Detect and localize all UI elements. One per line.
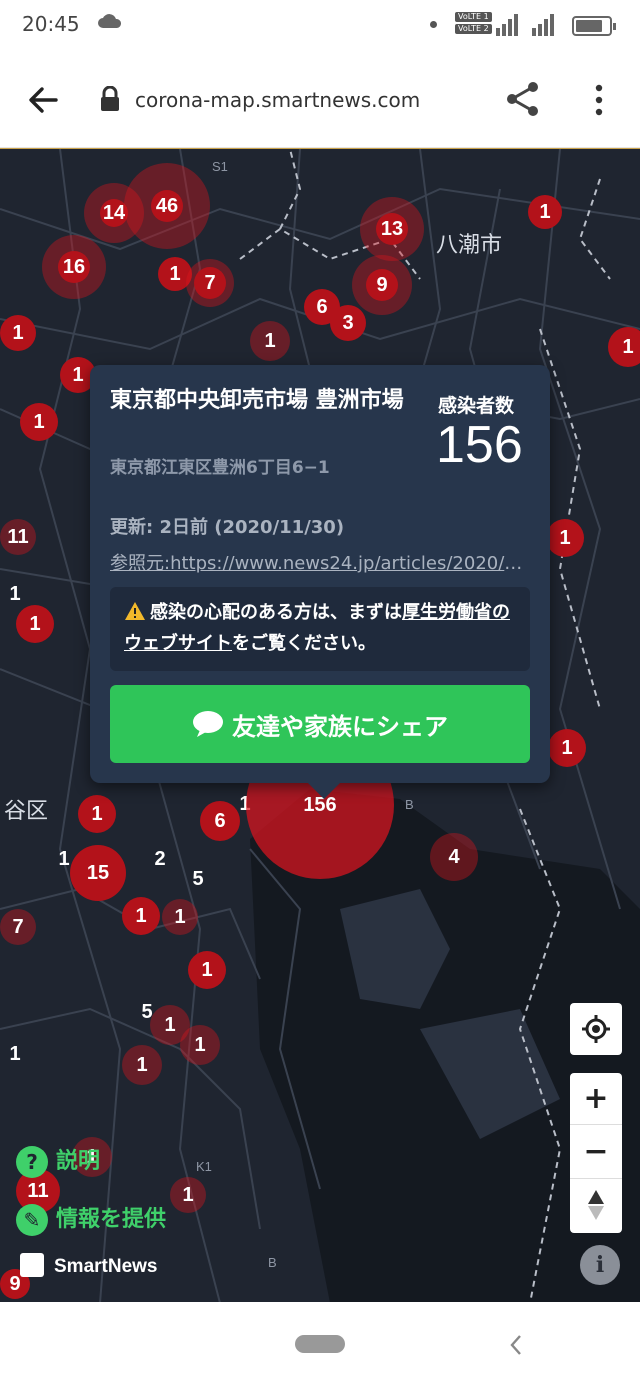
volte-badges: VoLTE 1 VoLTE 2 xyxy=(455,12,492,36)
case-cluster[interactable]: 1 xyxy=(14,603,56,645)
case-cluster[interactable]: 6 xyxy=(196,797,244,845)
zoom-out-button[interactable]: − xyxy=(570,1125,622,1179)
case-cluster[interactable]: 1 xyxy=(0,315,36,351)
case-cluster[interactable]: 16 xyxy=(42,235,106,299)
case-cluster[interactable]: 1 xyxy=(180,1025,220,1065)
battery-icon xyxy=(572,16,616,36)
infection-count: 156 xyxy=(436,416,523,474)
case-cluster[interactable]: 1 xyxy=(18,401,60,443)
smartnews-brand[interactable]: SmartNews xyxy=(20,1253,158,1278)
place-label-yashio: 八潮市 xyxy=(436,233,503,258)
share-icon[interactable] xyxy=(504,80,542,118)
notice-prefix: 感染の心配のある方は、まずは xyxy=(150,602,402,623)
back-arrow-icon[interactable] xyxy=(26,82,62,118)
case-cluster[interactable]: 2 xyxy=(144,843,176,875)
notice-box: 感染の心配のある方は、まずは厚生労働省のウェブサイトをご覧ください。 xyxy=(110,587,530,671)
case-cluster[interactable]: 1 xyxy=(524,191,566,233)
case-cluster[interactable]: 1 xyxy=(250,321,290,361)
provide-info-link[interactable]: ✎ 情報を提供 xyxy=(16,1201,166,1236)
smartnews-label: SmartNews xyxy=(54,1256,158,1277)
status-time: 20:45 xyxy=(22,12,80,36)
crosshair-icon xyxy=(582,1015,610,1043)
notification-dot-icon xyxy=(430,21,437,28)
case-cluster[interactable]: 1 xyxy=(0,1039,30,1069)
status-bar: 20:45 VoLTE 1 VoLTE 2 xyxy=(0,0,640,52)
case-cluster[interactable]: 15 xyxy=(68,843,128,903)
system-nav-bar xyxy=(0,1302,640,1387)
place-label-ku: 谷区 xyxy=(4,799,49,824)
volte-2-badge: VoLTE 2 xyxy=(455,24,492,34)
case-cluster[interactable]: 46 xyxy=(124,163,210,249)
case-cluster[interactable]: 1 xyxy=(76,793,118,835)
cloud-icon xyxy=(98,14,122,28)
case-cluster[interactable]: 7 xyxy=(186,259,234,307)
volte-1-badge: VoLTE 1 xyxy=(455,12,492,22)
corona-map[interactable]: S1 K1 B B 八潮市 谷区 14 46 13 1 16 1 7 9 6 3… xyxy=(0,148,640,1302)
lock-icon xyxy=(101,86,119,111)
road-label-k1: K1 xyxy=(196,1159,212,1174)
locate-me-button[interactable] xyxy=(570,1003,622,1055)
case-cluster[interactable]: 1 xyxy=(544,517,586,559)
case-cluster[interactable]: 7 xyxy=(0,909,36,945)
case-cluster[interactable]: 5 xyxy=(182,863,214,895)
home-pill-button[interactable] xyxy=(295,1335,345,1353)
question-icon: ? xyxy=(16,1146,48,1178)
browser-toolbar: corona-map.smartnews.com xyxy=(0,52,640,148)
case-cluster[interactable]: 1 xyxy=(186,949,228,991)
pencil-icon: ✎ xyxy=(16,1204,48,1236)
nav-back-icon[interactable] xyxy=(508,1334,524,1356)
url-text[interactable]: corona-map.smartnews.com xyxy=(135,88,420,112)
popup-address: 東京都江東区豊洲6丁目6−1 xyxy=(110,458,330,478)
chat-bubble-icon xyxy=(193,711,223,737)
road-label-b: B xyxy=(405,797,414,812)
help-link[interactable]: ? 説明 xyxy=(16,1143,100,1178)
reference-link[interactable]: 参照元:https://www.news24.jp/articles/2020/… xyxy=(110,549,530,575)
share-button-label: 友達や家族にシェア xyxy=(232,712,448,741)
case-cluster[interactable]: 11 xyxy=(0,519,36,555)
signal-2-icon xyxy=(532,14,554,36)
help-label: 説明 xyxy=(56,1149,101,1174)
case-cluster[interactable]: 4 xyxy=(430,833,478,881)
provide-info-label: 情報を提供 xyxy=(56,1207,167,1232)
case-cluster[interactable]: 1 xyxy=(162,899,198,935)
signal-1-icon xyxy=(496,14,518,36)
updated-text: 更新: 2日前 (2020/11/30) xyxy=(110,517,345,538)
case-cluster[interactable]: 1 xyxy=(120,895,162,937)
road-label-s1: S1 xyxy=(212,159,228,174)
info-button[interactable]: i xyxy=(580,1245,620,1285)
road-label-b-2: B xyxy=(268,1255,277,1270)
popup-title: 東京都中央卸売市場 豊洲市場 xyxy=(110,388,404,413)
case-cluster[interactable]: 1 xyxy=(122,1045,162,1085)
zoom-in-button[interactable]: + xyxy=(570,1073,622,1125)
notice-suffix: をご覧ください。 xyxy=(232,633,376,654)
warning-icon xyxy=(125,602,145,620)
case-cluster[interactable]: 1 xyxy=(546,727,588,769)
zoom-controls: + − xyxy=(570,1073,622,1233)
infection-count-label: 感染者数 xyxy=(438,395,515,417)
compass-button[interactable] xyxy=(570,1179,622,1231)
case-cluster[interactable]: 13 xyxy=(360,197,424,261)
share-with-friends-button[interactable]: 友達や家族にシェア xyxy=(110,685,530,763)
more-options-icon[interactable] xyxy=(590,82,608,118)
case-cluster[interactable]: 1 xyxy=(170,1177,206,1213)
case-cluster[interactable]: 3 xyxy=(326,301,370,345)
compass-icon xyxy=(588,1190,604,1220)
smartnews-logo-icon xyxy=(20,1253,44,1277)
location-popup: 東京都中央卸売市場 豊洲市場 感染者数 156 東京都江東区豊洲6丁目6−1 更… xyxy=(90,365,550,799)
